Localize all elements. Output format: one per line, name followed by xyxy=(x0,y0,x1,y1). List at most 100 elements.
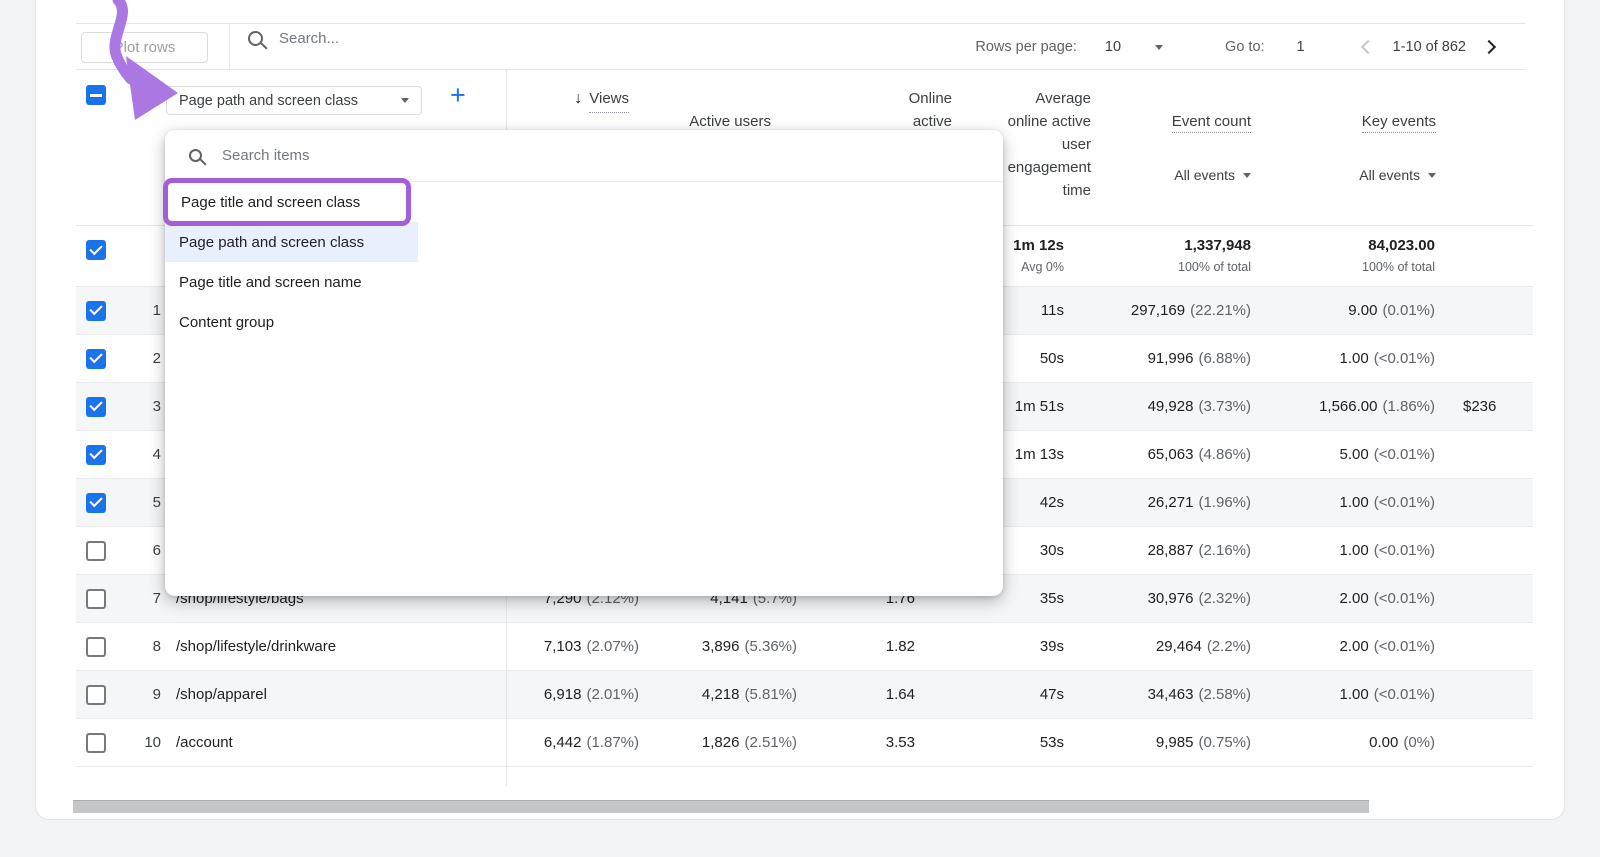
revenue-cell xyxy=(1435,479,1533,526)
row-checkbox[interactable] xyxy=(86,541,106,561)
search-input[interactable] xyxy=(279,30,539,47)
event-count-filter[interactable]: All events xyxy=(1172,164,1251,187)
avg-engagement-value: 50s xyxy=(1040,350,1064,367)
key-events-cell: 5.00(<0.01%) xyxy=(1251,431,1435,478)
row-checkbox[interactable] xyxy=(86,637,106,657)
key-events-pct: (<0.01%) xyxy=(1374,638,1435,655)
page-path-cell: /shop/lifestyle/drinkware xyxy=(161,623,506,670)
online-active-value: 1.64 xyxy=(886,686,915,703)
dropdown-item[interactable]: Page path and screen class xyxy=(165,222,418,262)
row-number: 5 xyxy=(126,479,161,526)
avg-engagement-value: 11s xyxy=(1041,302,1064,319)
add-dimension-button[interactable]: + xyxy=(450,82,466,109)
key-events-pct: (1.86%) xyxy=(1382,398,1435,415)
chevron-down-icon xyxy=(1428,173,1436,178)
rows-per-page-value[interactable]: 10 xyxy=(1105,39,1121,55)
previous-page-icon[interactable] xyxy=(1361,40,1375,54)
key-events-value: 2.00 xyxy=(1340,590,1369,607)
active-users-cell: 4,218(5.81%) xyxy=(639,671,797,718)
row-checkbox[interactable] xyxy=(86,733,106,753)
key-events-cell: 2.00(<0.01%) xyxy=(1251,575,1435,622)
event-count-cell: 9,985(0.75%) xyxy=(1064,719,1251,766)
key-events-cell: 1.00(<0.01%) xyxy=(1251,479,1435,526)
dropdown-item[interactable]: Content group xyxy=(165,302,418,342)
active-users-value: 4,218 xyxy=(702,686,740,703)
column-header-key-events[interactable]: Key events All events xyxy=(1359,87,1436,210)
event-count-value: 34,463 xyxy=(1148,686,1194,703)
active-users-value: 1,826 xyxy=(702,734,740,751)
avg-engagement-value: 30s xyxy=(1040,542,1064,559)
row-number: 3 xyxy=(126,383,161,430)
key-events-value: 5.00 xyxy=(1340,446,1369,463)
row-number: 4 xyxy=(126,431,161,478)
page-path-cell: /account xyxy=(161,719,506,766)
column-header-event-count[interactable]: Event count All events xyxy=(1172,87,1251,210)
event-count-pct: (2.58%) xyxy=(1198,686,1251,703)
event-count-pct: (2.16%) xyxy=(1198,542,1251,559)
key-events-filter[interactable]: All events xyxy=(1359,164,1436,187)
revenue-cell xyxy=(1435,623,1533,670)
event-count-cell: 28,887(2.16%) xyxy=(1064,527,1251,574)
row-checkbox[interactable] xyxy=(86,397,106,417)
dropdown-search-input[interactable] xyxy=(222,147,622,164)
row-checkbox[interactable] xyxy=(86,301,106,321)
key-events-cell: 1.00(<0.01%) xyxy=(1251,527,1435,574)
column-header-views[interactable]: ↓ Views xyxy=(574,87,629,113)
go-to-value[interactable]: 1 xyxy=(1297,39,1305,55)
dropdown-search[interactable] xyxy=(189,147,622,164)
views-cell: 7,103(2.07%) xyxy=(506,623,639,670)
column-header-online-active[interactable]: Online active xyxy=(909,87,952,133)
event-count-value: 29,464 xyxy=(1156,638,1202,655)
online-active-cell: 1.64 xyxy=(797,671,915,718)
event-count-pct: (1.96%) xyxy=(1198,494,1251,511)
pagination-bar: Rows per page: 10 Go to: 1 1-10 of 862 xyxy=(975,33,1494,61)
key-events-cell: 2.00(<0.01%) xyxy=(1251,623,1435,670)
active-users-cell: 3,896(5.36%) xyxy=(639,623,797,670)
row-checkbox[interactable] xyxy=(86,349,106,369)
row-checkbox[interactable] xyxy=(86,493,106,513)
views-cell: 6,918(2.01%) xyxy=(506,671,639,718)
chevron-down-icon xyxy=(1243,173,1251,178)
row-checkbox[interactable] xyxy=(86,685,106,705)
dropdown-item[interactable]: Page title and screen class xyxy=(167,182,407,222)
key-events-value: 1.00 xyxy=(1340,494,1369,511)
table-search[interactable] xyxy=(248,30,539,47)
horizontal-scrollbar[interactable] xyxy=(73,800,1369,813)
event-count-cell: 29,464(2.2%) xyxy=(1064,623,1251,670)
active-users-pct: (2.51%) xyxy=(744,734,797,751)
event-count-pct: (3.73%) xyxy=(1198,398,1251,415)
row-number: 1 xyxy=(126,287,161,334)
key-events-pct: (0.01%) xyxy=(1382,302,1435,319)
event-count-value: 91,996 xyxy=(1148,350,1194,367)
rows-per-page-caret-icon[interactable] xyxy=(1155,45,1163,50)
top-divider xyxy=(76,23,1526,24)
online-active-value: 3.53 xyxy=(886,734,915,751)
table-row: 10 /account 6,442(1.87%) 1,826(2.51%) 3.… xyxy=(76,719,1533,767)
column-header-avg-engagement[interactable]: Average online active user engagement ti… xyxy=(1008,87,1091,202)
event-count-value: 28,887 xyxy=(1148,542,1194,559)
revenue-cell xyxy=(1435,335,1533,382)
event-count-pct: (22.21%) xyxy=(1190,302,1251,319)
dimension-dropdown-menu: Page title and screen classPage path and… xyxy=(165,130,1003,596)
dropdown-item[interactable]: Page title and screen name xyxy=(165,262,418,302)
next-page-icon[interactable] xyxy=(1482,40,1496,54)
event-count-cell: 49,928(3.73%) xyxy=(1064,383,1251,430)
search-icon xyxy=(189,149,202,162)
revenue-cell xyxy=(1435,527,1533,574)
row-checkbox[interactable] xyxy=(86,589,106,609)
revenue-cell xyxy=(1435,431,1533,478)
avg-engagement-value: 39s xyxy=(1040,638,1064,655)
dropdown-item-list: Page title and screen classPage path and… xyxy=(165,182,425,342)
views-pct: (1.87%) xyxy=(586,734,639,751)
key-events-pct: (<0.01%) xyxy=(1374,350,1435,367)
active-users-pct: (5.81%) xyxy=(744,686,797,703)
row-checkbox[interactable] xyxy=(86,445,106,465)
column-header-active-users[interactable]: Active users xyxy=(689,87,771,133)
event-count-cell: 26,271(1.96%) xyxy=(1064,479,1251,526)
totals-key-events: 84,023.00 100% of total xyxy=(1251,225,1435,286)
rows-per-page-label: Rows per page: xyxy=(975,39,1077,55)
go-to-label: Go to: xyxy=(1225,39,1265,55)
avg-engagement-value: 1m 51s xyxy=(1015,398,1064,415)
totals-checkbox[interactable] xyxy=(86,240,106,260)
row-number: 8 xyxy=(126,623,161,670)
